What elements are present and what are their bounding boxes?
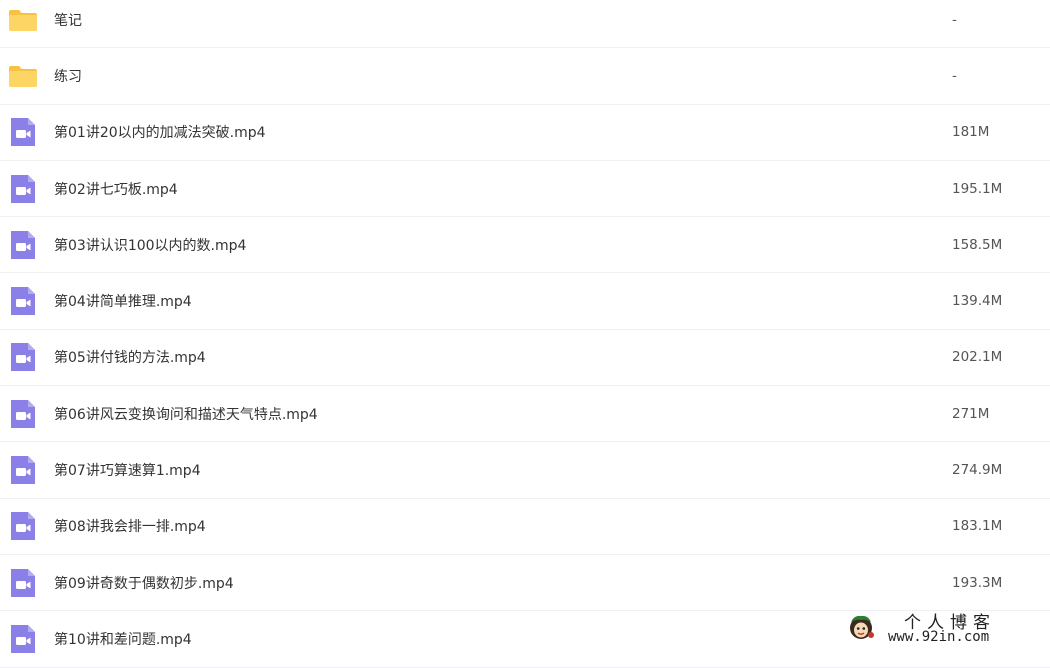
file-size: 274.9M bbox=[952, 462, 1003, 479]
list-item[interactable]: 第04讲简单推理.mp4 139.4M bbox=[0, 273, 1050, 330]
list-item[interactable]: 第03讲认识100以内的数.mp4 158.5M bbox=[0, 217, 1050, 274]
file-name: 第09讲奇数于偶数初步.mp4 bbox=[54, 575, 234, 592]
file-size: 195.1M bbox=[952, 180, 1003, 197]
file-name: 练习 bbox=[54, 68, 82, 85]
file-name: 笔记 bbox=[54, 12, 82, 29]
file-name: 第08讲我会排一排.mp4 bbox=[54, 519, 206, 536]
file-size: - bbox=[952, 67, 957, 84]
list-item[interactable]: 笔记 - bbox=[0, 0, 1050, 49]
file-size: 271M bbox=[952, 405, 990, 422]
list-item[interactable]: 第07讲巧算速算1.mp4 274.9M bbox=[0, 442, 1050, 499]
file-size: 158.5M bbox=[952, 236, 1003, 253]
video-file-icon bbox=[7, 173, 39, 205]
file-name: 第10讲和差问题.mp4 bbox=[54, 631, 192, 648]
video-file-icon bbox=[7, 567, 39, 599]
video-file-icon bbox=[7, 510, 39, 542]
video-file-icon bbox=[7, 116, 39, 148]
file-size: 193.3M bbox=[952, 574, 1003, 591]
file-name: 第07讲巧算速算1.mp4 bbox=[54, 463, 201, 480]
file-size: - bbox=[952, 11, 957, 28]
folder-icon bbox=[7, 4, 39, 36]
video-file-icon bbox=[7, 454, 39, 486]
list-item[interactable]: 第02讲七巧板.mp4 195.1M bbox=[0, 161, 1050, 218]
file-size: 202.1M bbox=[952, 349, 1003, 366]
file-name: 第05讲付钱的方法.mp4 bbox=[54, 350, 206, 367]
file-name: 第03讲认识100以内的数.mp4 bbox=[54, 237, 247, 254]
site-watermark: 个人博客 www.92in.com bbox=[846, 608, 1036, 648]
file-name: 第04讲简单推理.mp4 bbox=[54, 294, 192, 311]
list-item[interactable]: 第01讲20以内的加减法突破.mp4 181M bbox=[0, 105, 1050, 161]
video-file-icon bbox=[7, 623, 39, 655]
file-size: 139.4M bbox=[952, 293, 1003, 310]
list-item[interactable]: 第08讲我会排一排.mp4 183.1M bbox=[0, 499, 1050, 555]
video-file-icon bbox=[7, 398, 39, 430]
file-size: 181M bbox=[952, 124, 990, 141]
list-item[interactable]: 第05讲付钱的方法.mp4 202.1M bbox=[0, 330, 1050, 387]
file-name: 第01讲20以内的加减法突破.mp4 bbox=[54, 125, 266, 142]
file-list: 笔记 - 练习 - 第01讲20以内的加减法突破.mp4 181M 第02讲七巧… bbox=[0, 0, 1050, 668]
file-name: 第02讲七巧板.mp4 bbox=[54, 181, 178, 198]
video-file-icon bbox=[7, 229, 39, 261]
list-item[interactable]: 第09讲奇数于偶数初步.mp4 193.3M bbox=[0, 555, 1050, 612]
video-file-icon bbox=[7, 285, 39, 317]
file-size: 183.1M bbox=[952, 518, 1003, 535]
watermark-url: www.92in.com bbox=[888, 629, 990, 645]
list-item[interactable]: 第06讲风云变换询问和描述天气特点.mp4 271M bbox=[0, 386, 1050, 443]
folder-icon bbox=[7, 60, 39, 92]
list-item[interactable]: 练习 - bbox=[0, 48, 1050, 105]
file-name: 第06讲风云变换询问和描述天气特点.mp4 bbox=[54, 406, 318, 423]
mascot-logo-icon bbox=[846, 612, 876, 642]
video-file-icon bbox=[7, 341, 39, 373]
